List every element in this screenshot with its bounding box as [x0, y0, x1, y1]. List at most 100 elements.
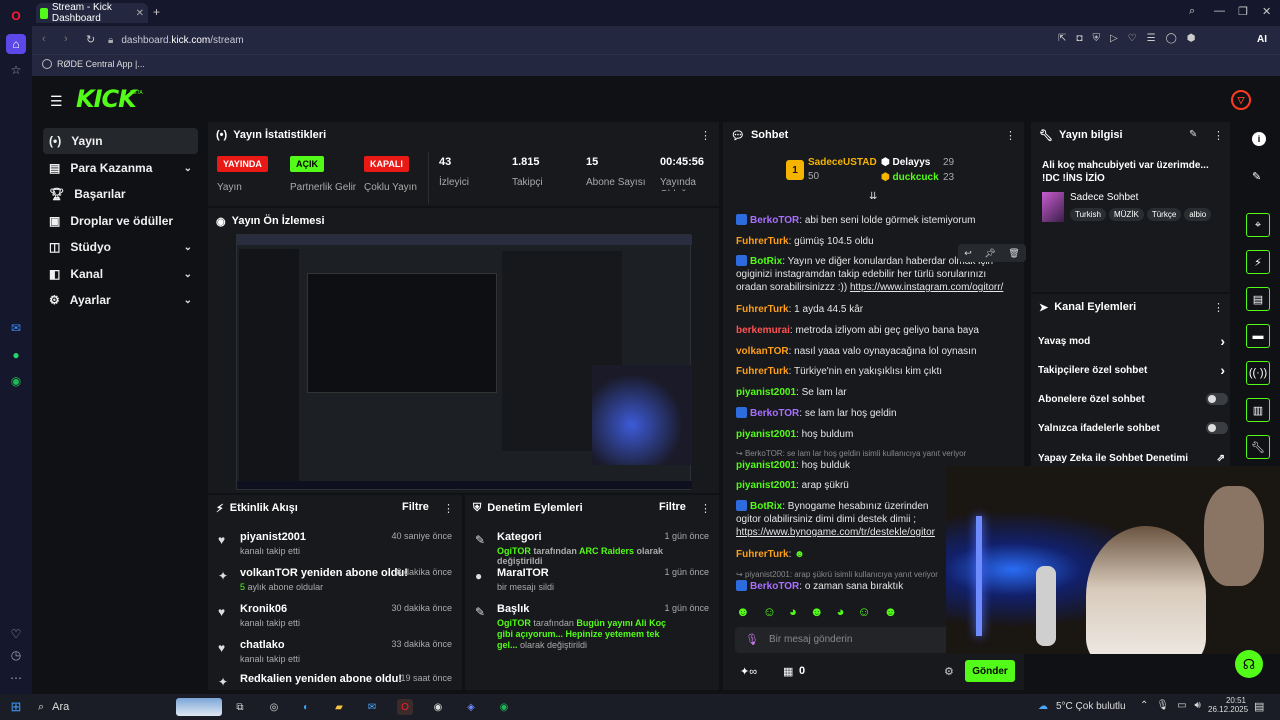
chat-username[interactable]: piyanist2001	[736, 429, 796, 440]
reply-icon[interactable]: ↩	[964, 248, 972, 259]
kebab-icon[interactable]: ⋮	[700, 129, 711, 142]
emote-icon[interactable]: ☻	[736, 604, 750, 619]
kebab-icon[interactable]: ⋮	[1213, 129, 1224, 142]
ai-button[interactable]: AI	[1257, 34, 1267, 45]
send-icon[interactable]: ⇱	[1058, 33, 1066, 44]
chat-username[interactable]: FuhrerTurk	[736, 304, 789, 315]
volume-icon[interactable]: 🔊︎	[1195, 700, 1201, 711]
tag[interactable]: Türkçe	[1146, 208, 1182, 221]
infinite-icon[interactable]: ✦∞	[740, 665, 757, 678]
pin-icon[interactable]: 📌︎	[984, 248, 995, 259]
tab-kick-dashboard[interactable]: Stream - Kick Dashboard ✕	[36, 2, 148, 24]
more-icon[interactable]: ⋯	[6, 668, 26, 688]
taskbar-search[interactable]: ⌕ Ara	[32, 697, 222, 717]
help-button[interactable]: ☊	[1235, 650, 1263, 678]
category-name[interactable]: Sadece Sohbet	[1070, 192, 1138, 203]
chat-username[interactable]: FuhrerTurk	[736, 236, 789, 247]
windows-start-icon[interactable]: ⊞	[8, 699, 24, 715]
slow-mode-row[interactable]: Yavaş mod ›	[1038, 331, 1228, 351]
tool-store-button[interactable]: ▥	[1246, 398, 1270, 422]
network-icon[interactable]: ▭	[1177, 700, 1186, 711]
leader1-name[interactable]: SadeceUSTAD	[808, 157, 877, 168]
nav-kanal[interactable]: ◧ Kanal ⌄	[43, 261, 198, 287]
profile-icon[interactable]: ◯	[1166, 33, 1177, 44]
microphone-icon[interactable]: 🎙︎	[745, 633, 759, 646]
kebab-icon[interactable]: ⋮	[700, 502, 711, 515]
kebab-icon[interactable]: ⋮	[1005, 129, 1016, 142]
emote-icon[interactable]: ☺	[763, 604, 776, 619]
subs-only-toggle[interactable]	[1206, 393, 1228, 405]
chat-username[interactable]: BerkoTOR	[750, 581, 799, 592]
edge-icon[interactable]: ◐	[298, 699, 314, 715]
tag[interactable]: albio	[1184, 208, 1212, 221]
chat-settings-icon[interactable]: ⚙	[944, 665, 954, 678]
tool-broadcast-button[interactable]: ((·))	[1246, 361, 1270, 385]
tool-chat-button[interactable]: ▬	[1246, 324, 1270, 348]
tag[interactable]: Turkish	[1070, 208, 1106, 221]
heart-outline-icon[interactable]: ♡	[1128, 33, 1137, 44]
file-explorer-icon[interactable]: ▰	[331, 699, 347, 715]
discord-icon[interactable]: ◈	[463, 699, 479, 715]
close-tab-icon[interactable]: ✕	[136, 8, 144, 19]
spotify-taskbar-icon[interactable]: ◉	[496, 699, 512, 715]
leader3[interactable]: ⬢ duckcuck	[881, 172, 939, 183]
reload-icon[interactable]: ↻	[86, 33, 95, 46]
menu-icon[interactable]: ☰	[1147, 33, 1156, 44]
delete-icon[interactable]: 🗑︎	[1008, 248, 1019, 259]
chat-link[interactable]: https://www.instagram.com/ogitorr/	[850, 282, 1003, 293]
stream-preview-video[interactable]	[236, 234, 692, 490]
edit-icon[interactable]: ✎	[1189, 129, 1197, 140]
messenger-icon[interactable]: ✉	[6, 318, 26, 338]
tag[interactable]: MÜZİK	[1108, 208, 1144, 221]
chat-username[interactable]: BerkoTOR	[750, 408, 799, 419]
kebab-icon[interactable]: ⋮	[1213, 301, 1224, 314]
tool-doc-button[interactable]: ▤	[1246, 287, 1270, 311]
extension-icon[interactable]: ⬢	[1187, 33, 1196, 44]
nav-ayarlar[interactable]: ⚙ Ayarlar ⌄	[43, 287, 198, 313]
play-icon[interactable]: ▷	[1110, 33, 1118, 44]
chat-username[interactable]: BerkoTOR	[750, 215, 799, 226]
back-icon[interactable]: ‹	[42, 33, 46, 45]
obs-icon[interactable]: ◉	[430, 699, 446, 715]
chat-username[interactable]: volkanTOR	[736, 346, 789, 357]
weather-text[interactable]: 5°C Çok bulutlu	[1056, 701, 1126, 712]
history-icon[interactable]: ◷	[6, 645, 26, 665]
activity-filter-button[interactable]: Filtre	[402, 501, 429, 513]
chat-username[interactable]: BotRix	[750, 256, 782, 267]
tool-wrench-button[interactable]: 🔧︎	[1246, 435, 1270, 459]
maximize-icon[interactable]: ❐	[1238, 5, 1248, 18]
opera-logo-icon[interactable]: O	[6, 6, 26, 26]
hamburger-menu-icon[interactable]: ☰	[50, 93, 63, 110]
forward-icon[interactable]: ›	[64, 33, 68, 45]
chat-username[interactable]: piyanist2001	[736, 460, 796, 471]
kebab-icon[interactable]: ⋮	[443, 502, 454, 515]
tool-target-button[interactable]: ⌖	[1246, 213, 1270, 237]
spotify-icon[interactable]: ◉	[6, 371, 26, 391]
chat-username[interactable]: FuhrerTurk	[736, 366, 789, 377]
chat-username[interactable]: piyanist2001	[736, 480, 796, 491]
nav-para-kazanma[interactable]: ▤ Para Kazanma ⌄	[43, 155, 198, 181]
chat-link[interactable]: https://www.bynogame.com/tr/destekle/ogi…	[736, 527, 935, 538]
chevron-up-icon[interactable]: ⌃	[1140, 700, 1148, 711]
pencil-icon[interactable]: ✎	[1252, 170, 1261, 183]
tool-bolt-button[interactable]: ⚡︎	[1246, 250, 1270, 274]
moderation-filter-button[interactable]: Filtre	[659, 501, 686, 513]
kick-logo[interactable]: KICK	[76, 85, 137, 113]
heart-icon[interactable]: ♡	[6, 624, 26, 644]
chat-username[interactable]: piyanist2001	[736, 387, 796, 398]
expand-down-icon[interactable]: ⇊	[869, 191, 877, 202]
star-icon[interactable]: ☆	[6, 60, 26, 80]
emote-icon[interactable]: ☻	[810, 604, 824, 619]
search-icon[interactable]: ⌕	[1189, 5, 1195, 18]
nav-studyo[interactable]: ◫ Stüdyo ⌄	[43, 234, 198, 260]
send-button[interactable]: Gönder	[965, 660, 1015, 682]
camera-icon[interactable]: ◘	[1076, 33, 1082, 44]
bookmark-rode[interactable]: RØDE Central App |...	[42, 59, 145, 69]
close-window-icon[interactable]: ✕	[1262, 5, 1271, 18]
notifications-icon[interactable]: ▤	[1254, 700, 1264, 713]
chat-username[interactable]: berkemurai	[736, 325, 790, 336]
clock[interactable]: 20:51 26.12.2025	[1208, 696, 1248, 714]
whatsapp-icon[interactable]: ●	[6, 345, 26, 365]
emote-only-toggle[interactable]	[1206, 422, 1228, 434]
chat-username[interactable]: BotRix	[750, 501, 782, 512]
